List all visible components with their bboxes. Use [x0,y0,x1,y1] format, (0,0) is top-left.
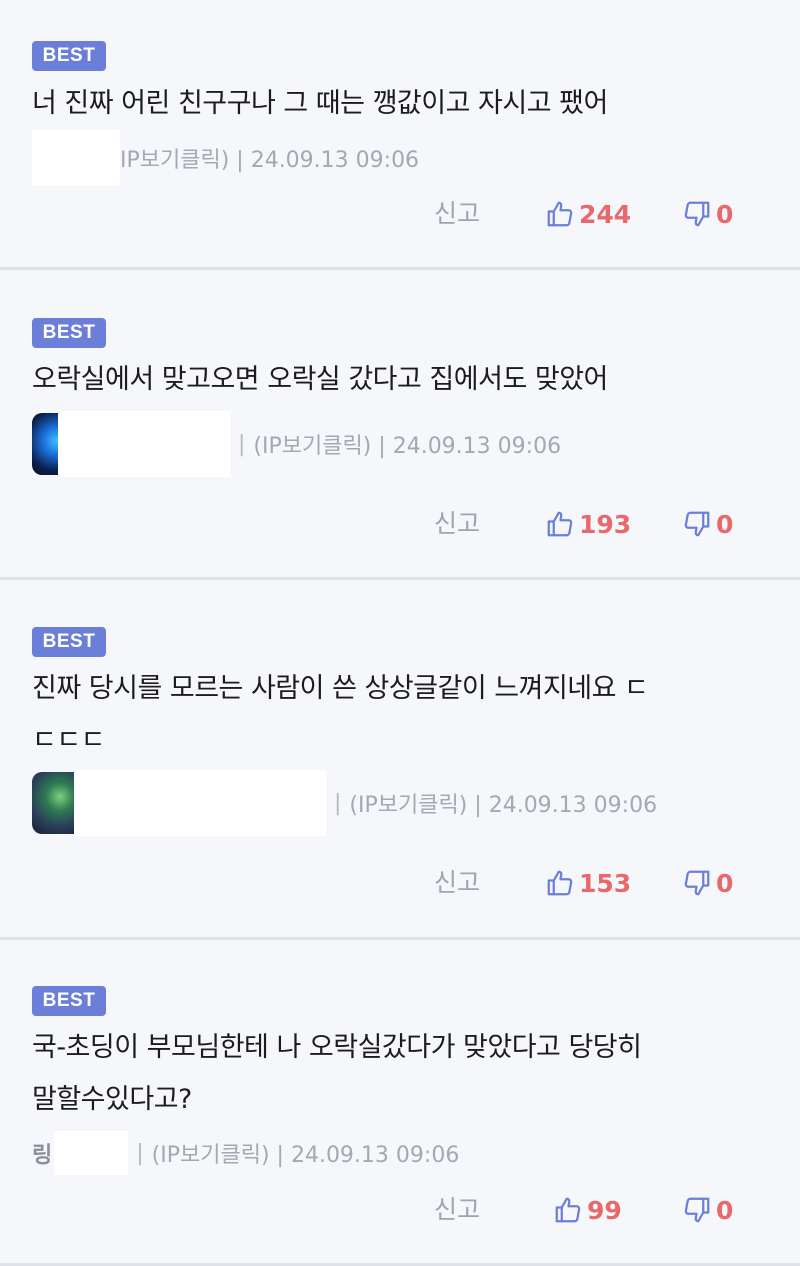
comment-text: 너 진짜 어린 친구구나 그 때는 깽값이고 자시고 팼어 [32,78,762,130]
comment-card: BEST 국-초딩이 부모님한테 나 오락실갔다가 맞았다고 당당히 말할수있다… [0,940,800,1266]
meta-separator: | [238,431,246,457]
dislike-button[interactable]: 0 [682,504,733,544]
best-badge: BEST [32,41,106,71]
comment-text: 오락실에서 맞고오면 오락실 갔다고 집에서도 맞았어 [32,354,762,406]
meta-separator: | [136,1140,144,1166]
thumbs-down-icon [684,511,710,537]
comment-line: 너 진짜 어린 친구구나 그 때는 깽값이고 자시고 팼어 [32,88,608,119]
comment-meta: | (IP보기클릭) | 24.09.13 09:06 [32,770,657,836]
comment-meta-info: (IP보기클릭) | 24.09.13 09:06 [349,793,658,818]
report-button[interactable]: 신고 [434,194,480,234]
dislike-button[interactable]: 0 [682,194,733,234]
thumbs-down-icon [684,1197,710,1223]
comment-meta-info: (IP보기클릭) | 24.09.13 09:06 [151,1143,460,1168]
comment-card: BEST 오락실에서 맞고오면 오락실 갔다고 집에서도 맞았어 | (IP보기… [0,270,800,580]
comment-line: ㄷㄷㄷ [32,725,106,756]
comment-meta-info: (IP보기클릭) | 24.09.13 09:06 [253,434,562,459]
nickname-visible[interactable]: 링 [32,1137,52,1169]
comment-text: 진짜 당시를 모르는 사람이 쓴 상상글같이 느껴지네요 ㄷ ㄷㄷㄷ [32,663,762,767]
dislike-button[interactable]: 0 [682,1190,733,1230]
thumbs-down-icon [684,870,710,896]
comment-line: 오락실에서 맞고오면 오락실 갔다고 집에서도 맞았어 [32,364,608,395]
comment-actions: 신고 244 0 [0,194,800,234]
nickname-mask[interactable] [58,411,230,477]
nickname-mask[interactable] [32,130,120,186]
comment-line: 국-초딩이 부모님한테 나 오락실갔다가 맞았다고 당당히 [32,1032,642,1063]
comment-actions: 신고 99 0 [0,1190,800,1230]
like-button[interactable]: 193 [545,504,631,544]
best-badge: BEST [32,318,106,348]
comment-card: BEST 진짜 당시를 모르는 사람이 쓴 상상글같이 느껴지네요 ㄷ ㄷㄷㄷ … [0,580,800,940]
thumbs-up-icon [547,201,573,227]
comment-line: 말할수있다고? [32,1084,192,1115]
comment-actions: 신고 193 0 [0,504,800,544]
comment-line: 진짜 당시를 모르는 사람이 쓴 상상글같이 느껴지네요 ㄷ [32,673,649,704]
like-count: 153 [579,868,632,898]
report-button[interactable]: 신고 [434,863,480,903]
thumbs-up-icon [547,870,573,896]
comment-actions: 신고 153 0 [0,863,800,903]
report-button[interactable]: 신고 [434,504,480,544]
thumbs-up-icon [547,511,573,537]
dislike-count: 0 [716,199,734,229]
comment-meta: IP보기클릭) | 24.09.13 09:06 [32,125,419,191]
dislike-count: 0 [716,509,734,539]
like-button[interactable]: 153 [545,863,631,903]
best-badge: BEST [32,986,106,1016]
report-button[interactable]: 신고 [434,1190,480,1230]
like-count: 244 [579,199,632,229]
like-count: 99 [587,1195,622,1225]
nickname-mask[interactable] [74,770,326,836]
dislike-count: 0 [716,1195,734,1225]
meta-separator: | [334,790,342,816]
comment-meta-info: IP보기클릭) | 24.09.13 09:06 [120,148,420,173]
dislike-button[interactable]: 0 [682,863,733,903]
comment-text: 국-초딩이 부모님한테 나 오락실갔다가 맞았다고 당당히 말할수있다고? [32,1022,762,1126]
comment-meta: | (IP보기클릭) | 24.09.13 09:06 [32,411,561,477]
thumbs-up-icon [555,1197,581,1223]
comment-meta: 링 | (IP보기클릭) | 24.09.13 09:06 [32,1120,459,1186]
thumbs-down-icon [684,201,710,227]
best-badge: BEST [32,627,106,657]
dislike-count: 0 [716,868,734,898]
like-button[interactable]: 99 [553,1190,622,1230]
like-button[interactable]: 244 [545,194,631,234]
like-count: 193 [579,509,632,539]
comment-card: BEST 너 진짜 어린 친구구나 그 때는 깽값이고 자시고 팼어 IP보기클… [0,0,800,270]
nickname-mask[interactable] [54,1131,129,1175]
